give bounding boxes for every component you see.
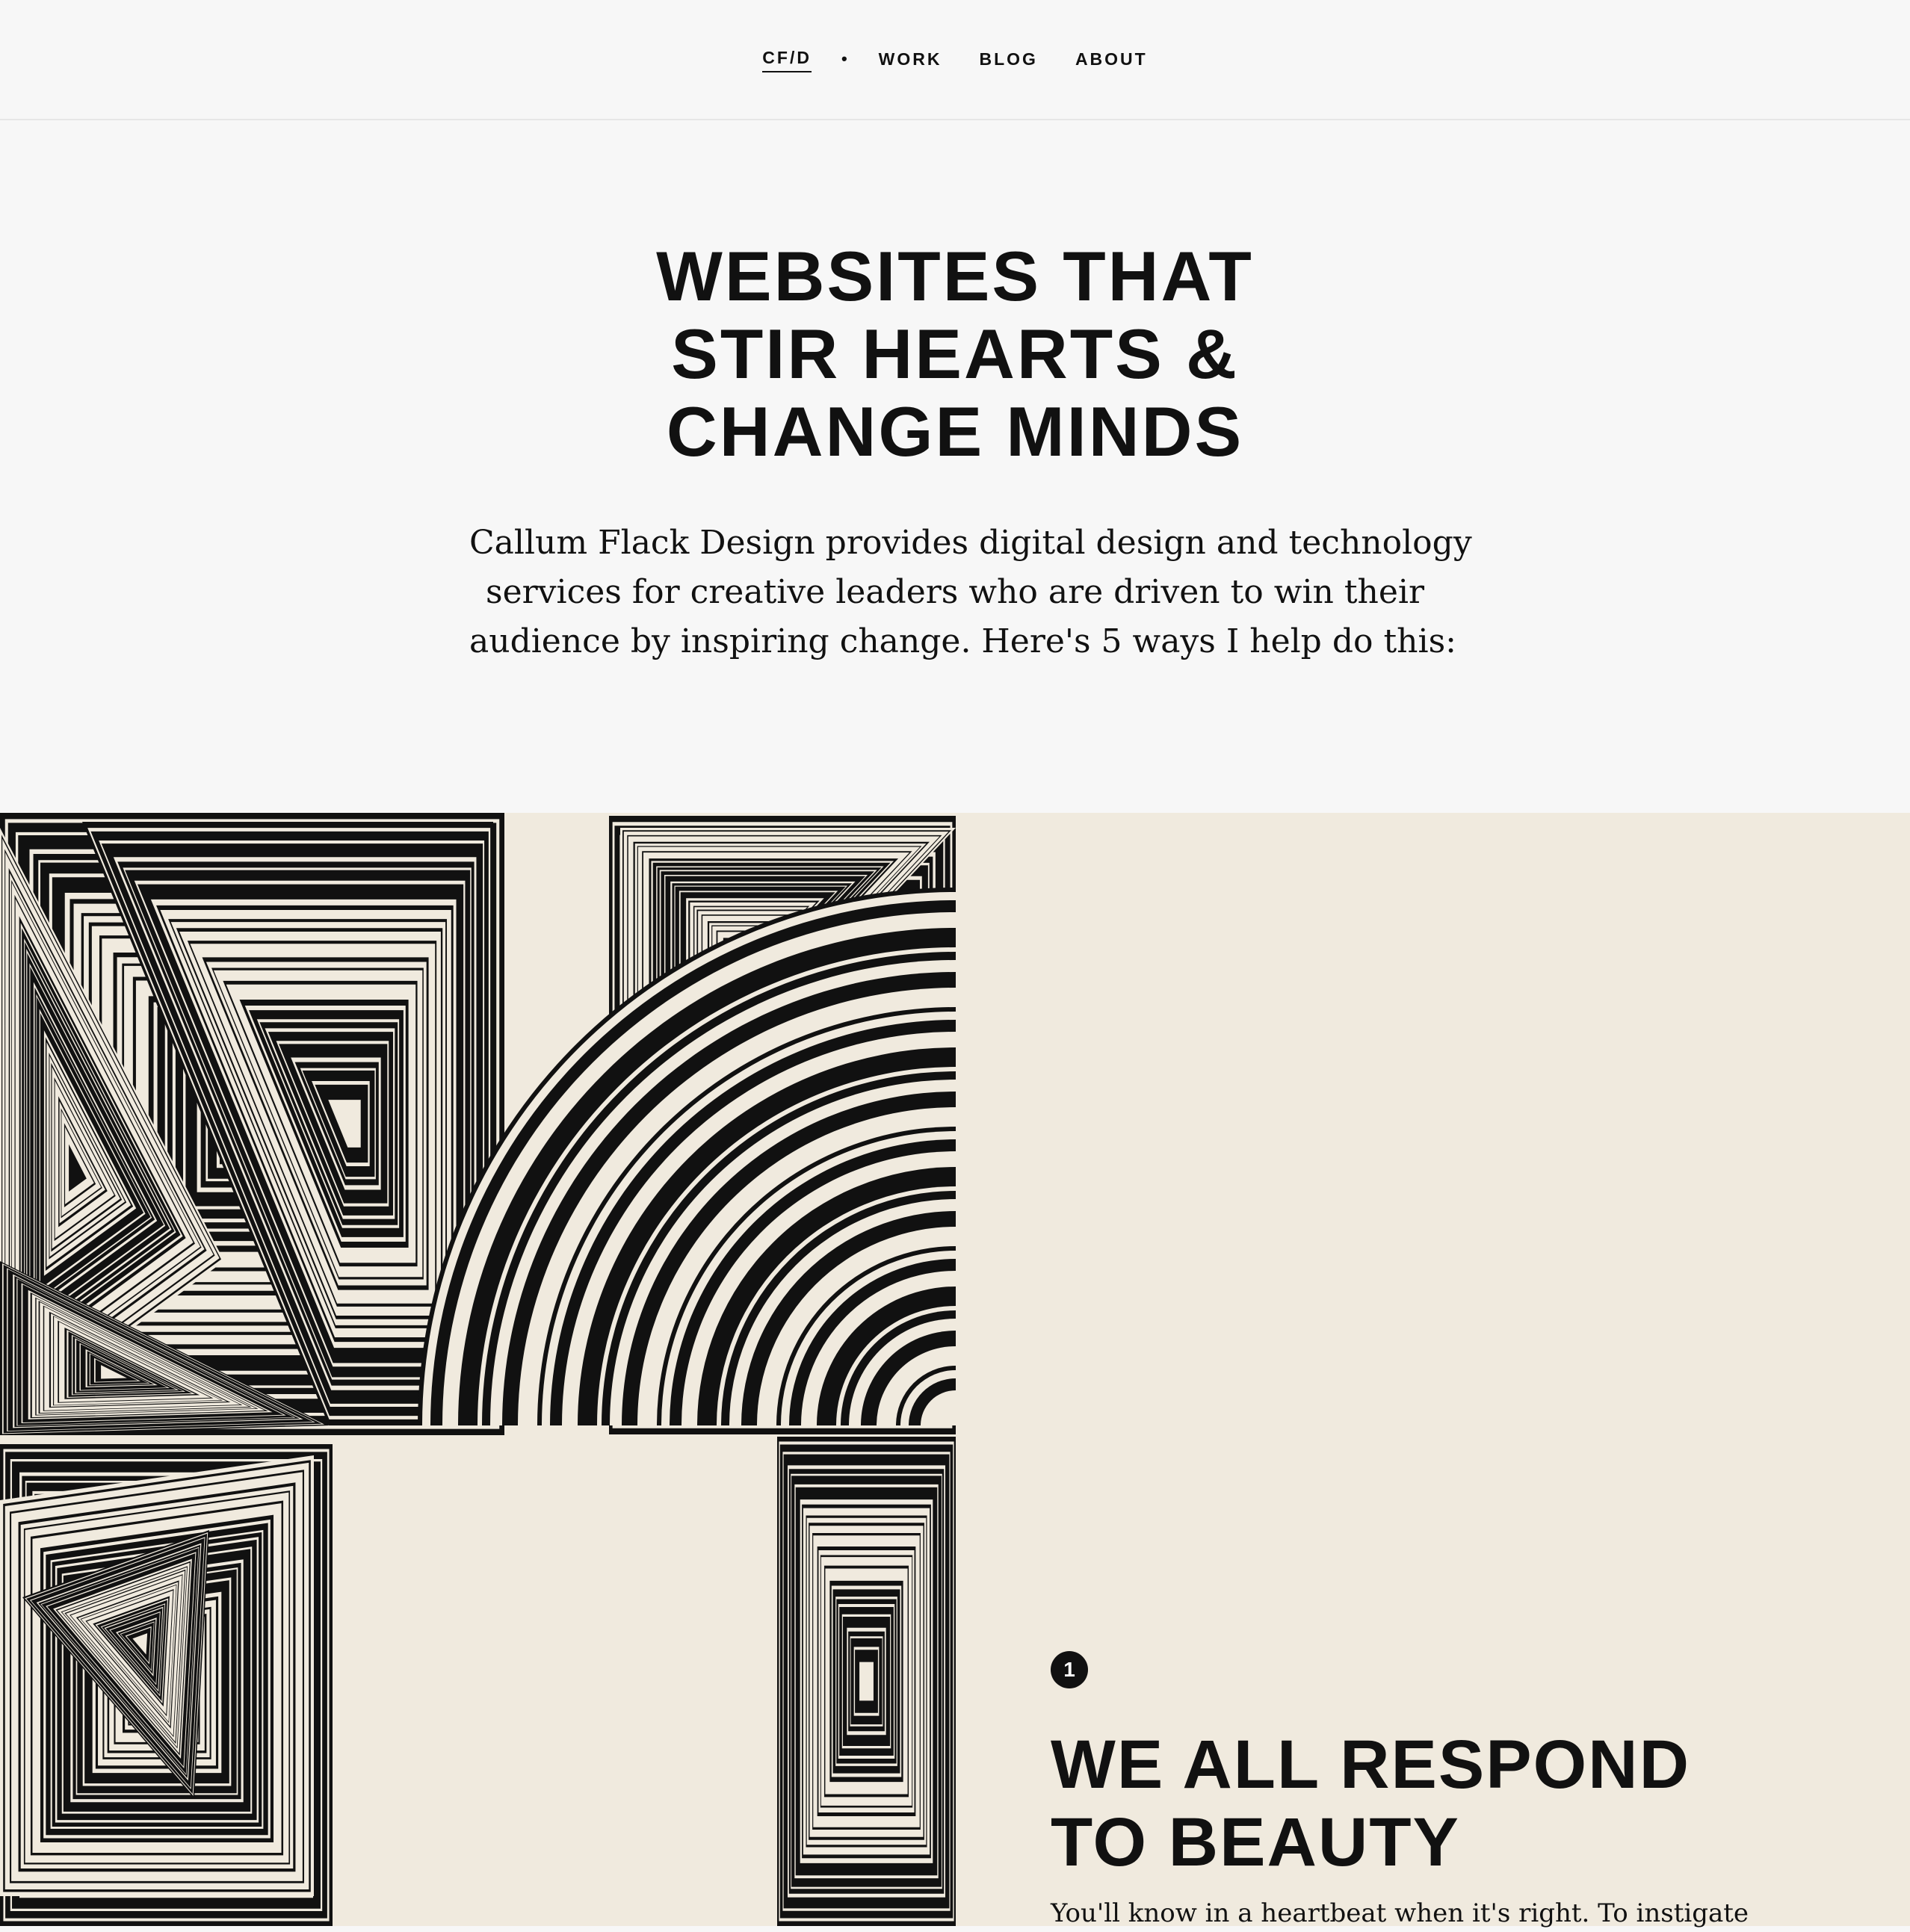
hero-title-line: STIR HEARTS & (671, 315, 1239, 393)
feature-section-1: 1 WE ALL RESPOND TO BEAUTY You'll know i… (0, 813, 1910, 1928)
feature-title: WE ALL RESPOND TO BEAUTY (1051, 1726, 1798, 1881)
pattern-block-bottom-right (859, 1662, 874, 1701)
nav-separator-dot: • (841, 49, 850, 68)
nav-link-work[interactable]: WORK (879, 49, 942, 69)
nav-bar: CF/D • WORK BLOG ABOUT (0, 0, 1910, 118)
top-navigation: CF/D • WORK BLOG ABOUT (0, 0, 1910, 120)
pattern-artwork (0, 813, 956, 1926)
concentric-pattern-svg (0, 813, 956, 1926)
hero-title-line: CHANGE MINDS (666, 392, 1244, 471)
nav-link-about[interactable]: ABOUT (1075, 49, 1148, 69)
hero-subtitle-line: services for creative leaders who are dr… (486, 573, 1424, 611)
step-number-badge: 1 (1051, 1651, 1088, 1688)
nav-link-blog[interactable]: BLOG (979, 49, 1037, 69)
feature-title-line: TO BEAUTY (1051, 1804, 1460, 1880)
step-number: 1 (1063, 1658, 1075, 1681)
hero-title-line: WEBSITES THAT (656, 237, 1254, 315)
hero-subtitle: Callum Flack Design provides digital des… (469, 518, 1472, 666)
nav-logo-link[interactable]: CF/D (762, 48, 812, 72)
hero-subtitle-line: audience by inspiring change. Here's 5 w… (469, 622, 1456, 660)
feature-body-text: You'll know in a heartbeat when it's rig… (1051, 1898, 1749, 1928)
feature-title-line: WE ALL RESPOND (1051, 1727, 1691, 1803)
hero-subtitle-line: Callum Flack Design provides digital des… (469, 524, 1472, 562)
hero-title: WEBSITES THAT STIR HEARTS & CHANGE MINDS (0, 238, 1910, 471)
